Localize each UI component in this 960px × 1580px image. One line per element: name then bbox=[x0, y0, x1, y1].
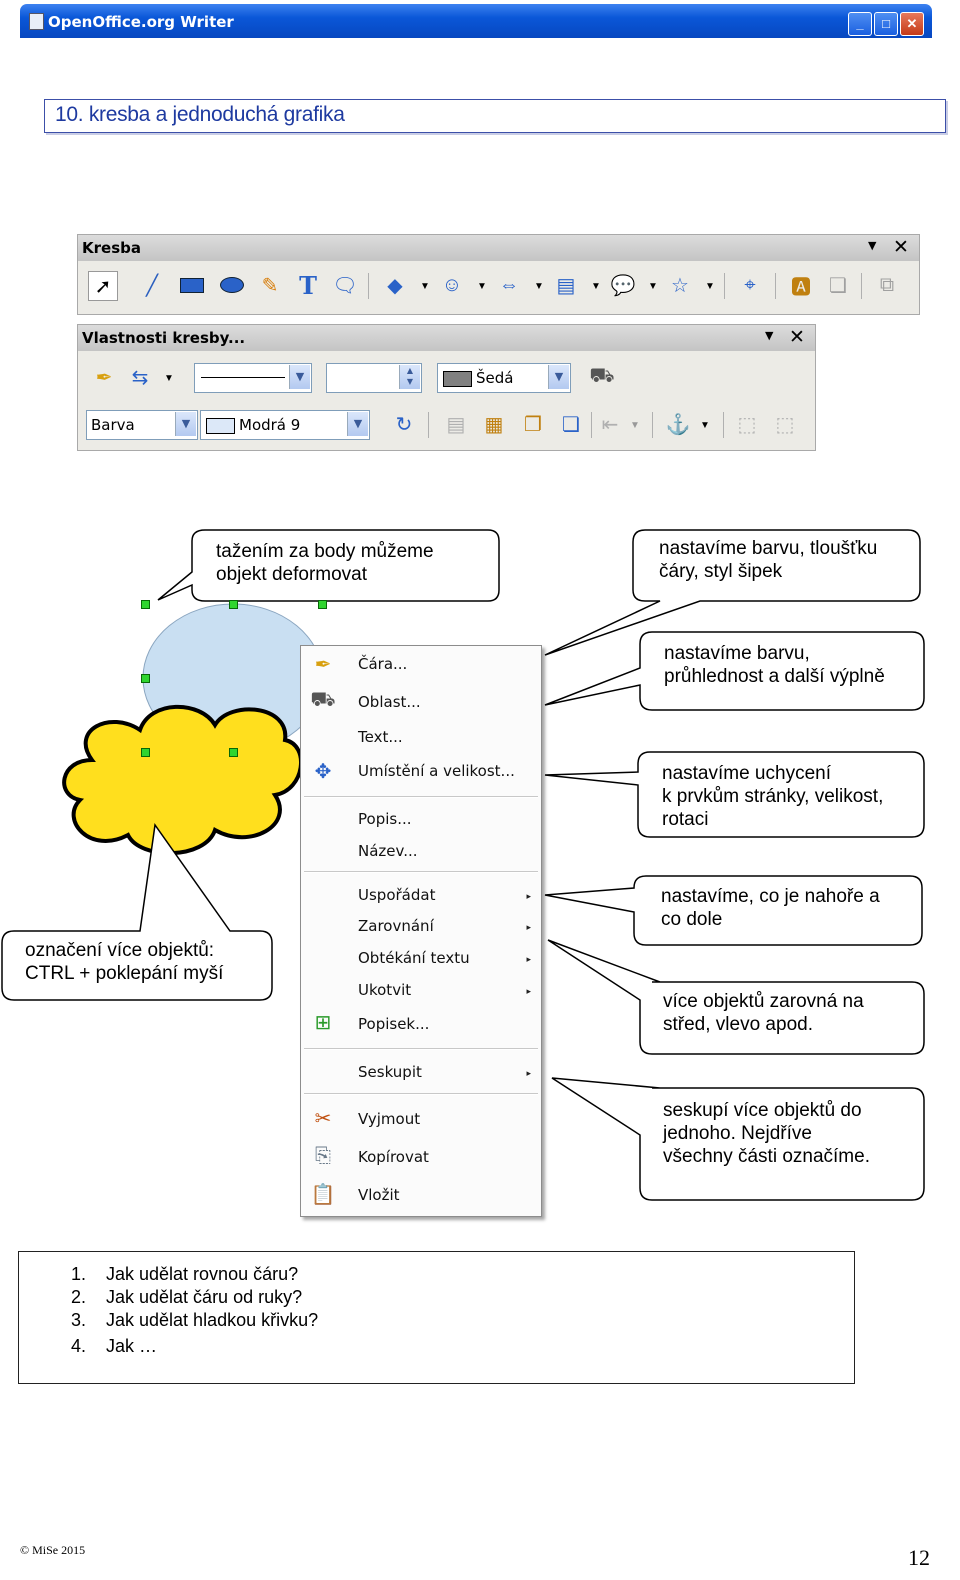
line-pen-icon: ✒ bbox=[314, 653, 332, 676]
menu-item-cut[interactable]: Vyjmout bbox=[358, 1110, 420, 1128]
questions-box: 1. Jak udělat rovnou čáru? 2. Jak udělat č… bbox=[18, 1251, 855, 1384]
callout-arrange-text: nastavíme, co je nahoře a co dole bbox=[661, 886, 880, 930]
callout-line-text: nastavíme barvu, tloušťku čáry, styl šip… bbox=[659, 538, 878, 582]
context-menu: ✒ Čára... ⛟ Oblast... Text... ✥ Umístění… bbox=[300, 645, 542, 1217]
selection-handle[interactable] bbox=[318, 600, 327, 609]
menu-item-arrange[interactable]: Uspořádat bbox=[358, 886, 435, 904]
submenu-arrow-icon: ▸ bbox=[526, 922, 531, 932]
selection-handle[interactable] bbox=[229, 600, 238, 609]
menu-item-area[interactable]: Oblast... bbox=[358, 693, 421, 711]
menu-item-copy[interactable]: Kopírovat bbox=[358, 1148, 429, 1166]
callout-align-text: více objektů zarovná na střed, vlevo apo… bbox=[663, 991, 864, 1035]
submenu-arrow-icon: ▸ bbox=[526, 1068, 531, 1078]
menu-item-alignment[interactable]: Zarovnání bbox=[358, 917, 434, 935]
selection-handle[interactable] bbox=[141, 674, 150, 683]
menu-item-description[interactable]: Popis... bbox=[358, 810, 412, 828]
footer-copyright: © MiSe 2015 bbox=[20, 1543, 86, 1557]
callout-select-text: označení více objektů: CTRL + poklepání … bbox=[25, 940, 224, 984]
page-number: 12 bbox=[908, 1545, 930, 1570]
cloud-shape[interactable] bbox=[62, 704, 303, 856]
menu-item-paste[interactable]: Vložit bbox=[358, 1186, 400, 1204]
menu-item-caption[interactable]: Popisek... bbox=[358, 1015, 429, 1033]
position-size-icon: ✥ bbox=[314, 760, 332, 783]
menu-item-anchor[interactable]: Ukotvit bbox=[358, 981, 411, 999]
menu-item-name[interactable]: Název... bbox=[358, 842, 418, 860]
menu-item-position-size[interactable]: Umístění a velikost... bbox=[358, 762, 515, 780]
callout-group-text: seskupí více objektů do jednoho. Nejdřív… bbox=[663, 1100, 870, 1167]
submenu-arrow-icon: ▸ bbox=[526, 891, 531, 901]
scissors-icon: ✂ bbox=[314, 1107, 332, 1130]
selection-handle[interactable] bbox=[141, 748, 150, 757]
copy-icon: ⎘ bbox=[315, 1144, 331, 1167]
callout-area-text: nastavíme barvu, průhlednost a další výp… bbox=[664, 643, 885, 687]
submenu-arrow-icon: ▸ bbox=[526, 954, 531, 964]
menu-item-wrap[interactable]: Obtékání textu bbox=[358, 949, 470, 967]
selection-handle[interactable] bbox=[229, 748, 238, 757]
callout-deform-text: tažením za body můžeme objekt deformovat bbox=[216, 541, 434, 585]
paint-bucket-icon: ⛟ bbox=[310, 688, 336, 711]
menu-item-group[interactable]: Seskupit bbox=[358, 1063, 422, 1081]
menu-item-text[interactable]: Text... bbox=[358, 728, 403, 746]
submenu-arrow-icon: ▸ bbox=[526, 986, 531, 996]
callout-position-text: nastavíme uchycení k prvkům stránky, vel… bbox=[662, 763, 884, 830]
caption-icon: ⊞ bbox=[314, 1011, 332, 1034]
paste-icon: 📋 bbox=[310, 1183, 336, 1206]
menu-item-line[interactable]: Čára... bbox=[358, 655, 407, 673]
selection-handle[interactable] bbox=[141, 600, 150, 609]
